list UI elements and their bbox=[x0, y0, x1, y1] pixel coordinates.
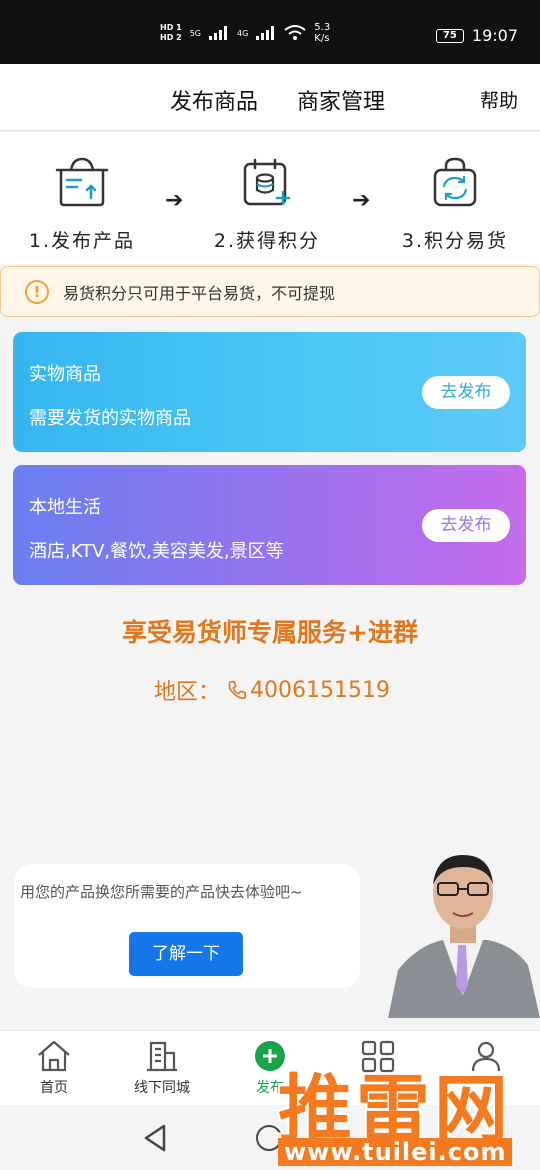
learn-more-button[interactable]: 了解一下 bbox=[129, 932, 243, 976]
home-icon bbox=[38, 1040, 70, 1072]
arrow-right-icon: ➔ bbox=[165, 188, 184, 213]
wifi-icon bbox=[284, 25, 306, 40]
hd1-label: HD 1 bbox=[160, 23, 182, 32]
tab-label: 首页 bbox=[40, 1080, 68, 1096]
steps-panel: 1.发布产品 ➔ 2.获得积分 ➔ 3.积分易货 bbox=[0, 132, 540, 264]
hd-indicator: HD 1 HD 2 bbox=[160, 23, 182, 43]
exchange-bag-icon bbox=[433, 157, 477, 207]
card-title: 实物商品 bbox=[29, 364, 101, 385]
buildings-icon bbox=[147, 1041, 177, 1072]
promo-text: 用您的产品换您所需要的产品快去体验吧~ bbox=[20, 883, 303, 901]
step-get-points: 2.获得积分 bbox=[192, 156, 342, 253]
upload-box-icon bbox=[55, 157, 109, 207]
net-speed-value: 5.3 bbox=[314, 22, 331, 33]
tab-local-city[interactable]: 线下同城 bbox=[112, 1039, 212, 1097]
status-right: 75 19:07 bbox=[435, 26, 518, 45]
warning-icon: ! bbox=[25, 279, 49, 304]
net1-label: 5G bbox=[189, 28, 201, 38]
hd2-label: HD 2 bbox=[160, 33, 182, 42]
status-bar: HD 1 HD 2 5G 4G 5.3 K/s 75 19:07 bbox=[0, 0, 540, 64]
net-speed: 5.3 K/s bbox=[314, 22, 330, 44]
card-local-life[interactable]: 本地生活 酒店,KTV,餐饮,美容美发,景区等 去发布 bbox=[13, 465, 526, 585]
contact-line: 地区： 4006151519 bbox=[154, 674, 390, 706]
status-left: HD 1 HD 2 5G 4G 5.3 K/s bbox=[160, 22, 330, 44]
advisor-avatar bbox=[388, 855, 540, 1018]
step-exchange: 3.积分易货 bbox=[380, 156, 530, 253]
step-label: 2.获得积分 bbox=[213, 230, 321, 252]
publish-physical-button[interactable]: 去发布 bbox=[422, 376, 510, 409]
publish-local-button[interactable]: 去发布 bbox=[422, 509, 510, 542]
card-subtitle: 需要发货的实物商品 bbox=[29, 408, 191, 429]
help-link[interactable]: 帮助 bbox=[480, 86, 518, 113]
region-label: 地区： bbox=[154, 680, 221, 705]
step-label: 1.发布产品 bbox=[28, 230, 136, 252]
arrow-right-icon: ➔ bbox=[352, 188, 371, 213]
app-header: 发布商品 商家管理 帮助 bbox=[0, 64, 540, 131]
clock: 19:07 bbox=[471, 26, 518, 45]
phone-icon bbox=[228, 680, 247, 700]
tab-merchant-management[interactable]: 商家管理 bbox=[297, 84, 385, 116]
watermark-url: www.tuilei.com bbox=[278, 1138, 513, 1166]
promo-bubble: 用您的产品换您所需要的产品快去体验吧~ 了解一下 bbox=[14, 864, 360, 988]
card-physical-goods[interactable]: 实物商品 需要发货的实物商品 去发布 bbox=[13, 332, 526, 452]
signal-icon bbox=[208, 26, 229, 40]
points-calendar-icon bbox=[243, 158, 291, 206]
watermark: 推雷网 www.tuilei.com bbox=[268, 1050, 540, 1170]
net2-label: 4G bbox=[236, 28, 249, 38]
signal-icon-2 bbox=[256, 26, 276, 40]
step-publish: 1.发布产品 bbox=[7, 156, 157, 253]
tab-publish-goods[interactable]: 发布商品 bbox=[170, 84, 258, 116]
net-speed-unit: K/s bbox=[314, 33, 330, 44]
phone-number[interactable]: 4006151519 bbox=[250, 678, 390, 703]
card-title: 本地生活 bbox=[29, 497, 101, 518]
notice-text: 易货积分只可用于平台易货，不可提现 bbox=[63, 283, 336, 303]
tab-label: 线下同城 bbox=[134, 1080, 190, 1096]
card-subtitle: 酒店,KTV,餐饮,美容美发,景区等 bbox=[29, 541, 284, 562]
tab-home[interactable]: 首页 bbox=[4, 1039, 104, 1097]
step-label: 3.积分易货 bbox=[401, 230, 509, 252]
back-icon[interactable] bbox=[142, 1123, 168, 1153]
service-title: 享受易货师专属服务+进群 bbox=[122, 618, 418, 647]
battery-icon: 75 bbox=[435, 28, 464, 43]
notice-banner: ! 易货积分只可用于平台易货，不可提现 bbox=[0, 266, 540, 317]
